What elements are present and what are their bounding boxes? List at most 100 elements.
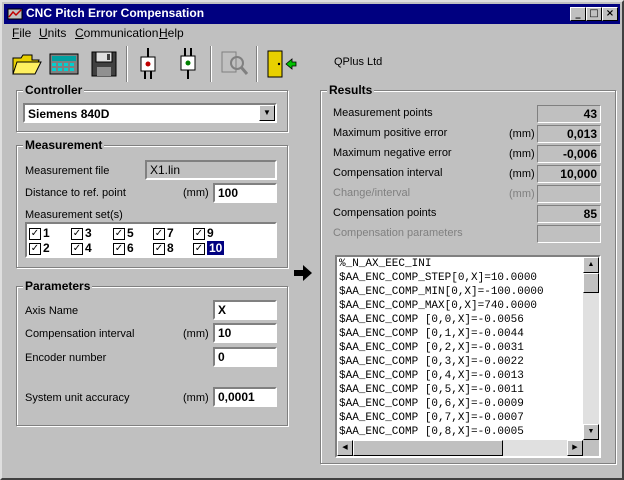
menu-bar: File Units Communication Help <box>4 24 620 42</box>
controller-select[interactable]: Siemens 840D ▼ <box>23 103 277 123</box>
menu-help[interactable]: Help <box>159 26 184 40</box>
result-label: Measurement points <box>333 107 433 119</box>
code-line: $AA_ENC_COMP [0,7,X]=-0.0007 <box>339 412 524 424</box>
result-label: Maximum positive error <box>333 127 448 139</box>
scroll-right-icon[interactable]: ▶ <box>567 440 583 456</box>
menu-communication[interactable]: Communication <box>75 26 158 40</box>
controller-group: Controller Siemens 840D ▼ <box>16 83 288 132</box>
measurement-set-checkbox[interactable]: ✓ 4 <box>71 241 92 255</box>
close-button[interactable]: × <box>602 7 618 21</box>
compensation-interval-label: Compensation interval <box>25 328 135 340</box>
chevron-down-icon[interactable]: ▼ <box>259 105 275 121</box>
compensation-output-text[interactable]: %_N_AX_EEC_INI $AA_ENC_COMP_STEP[0,X]=10.… <box>335 255 601 458</box>
measurement-group: Measurement Measurement file X1.lin Dist… <box>16 138 288 268</box>
system-accuracy-label: System unit accuracy <box>25 392 130 404</box>
encoder-number-input[interactable]: 0 <box>213 347 277 367</box>
measurement-set-checkbox[interactable]: ✓ 7 <box>153 226 174 240</box>
open-folder-icon[interactable] <box>8 46 44 82</box>
system-accuracy-input[interactable]: 0,0001 <box>213 387 277 407</box>
measurement-sets-label: Measurement set(s) <box>25 209 123 221</box>
code-line: $AA_ENC_COMP [0,1,X]=-0.0044 <box>339 328 524 340</box>
measurement-set-checkbox[interactable]: ✓ 8 <box>153 241 174 255</box>
controller-selected-value: Siemens 840D <box>28 107 110 121</box>
measurement-file-field: X1.lin <box>145 160 277 180</box>
axis-name-input[interactable]: X <box>213 300 277 320</box>
controller-group-title: Controller <box>23 83 85 97</box>
app-window: CNC Pitch Error Compensation _ □ × File … <box>0 0 624 480</box>
distance-label: Distance to ref. point <box>25 187 126 199</box>
result-value: 10,000 <box>537 165 601 183</box>
measurement-set-checkbox-selected[interactable]: ✓ 10 <box>193 241 225 255</box>
result-value: 85 <box>537 205 601 223</box>
result-unit: (mm) <box>509 148 535 160</box>
result-label: Compensation points <box>333 207 437 219</box>
result-value: 0,013 <box>537 125 601 143</box>
measurement-file-label: Measurement file <box>25 165 110 177</box>
result-label: Compensation parameters <box>333 227 463 239</box>
code-line: $AA_ENC_COMP [0,4,X]=-0.0013 <box>339 370 524 382</box>
measurement-set-checkbox[interactable]: ✓ 9 <box>193 226 214 240</box>
menu-file[interactable]: File <box>12 26 31 40</box>
save-disk-icon[interactable] <box>86 46 122 82</box>
measurement-sets-list: ✓ 1 ✓ 2 ✓ 3 ✓ 4 ✓ 5 ✓ 6 ✓ 7 ✓ 8 ✓ 9 ✓ 10 <box>25 222 277 258</box>
result-label: Maximum negative error <box>333 147 452 159</box>
plug-send-icon[interactable] <box>130 46 166 82</box>
measurement-set-checkbox[interactable]: ✓ 6 <box>113 241 134 255</box>
menu-units[interactable]: Units <box>39 26 66 40</box>
calculator-icon[interactable] <box>46 46 82 82</box>
result-value: -0,006 <box>537 145 601 163</box>
encoder-number-label: Encoder number <box>25 352 107 364</box>
code-line: $AA_ENC_COMP [0,8,X]=-0.0005 <box>339 426 524 438</box>
measurement-set-checkbox[interactable]: ✓ 3 <box>71 226 92 240</box>
title-bar[interactable]: CNC Pitch Error Compensation _ □ × <box>4 4 620 24</box>
scroll-thumb[interactable] <box>583 273 599 293</box>
code-lines: %_N_AX_EEC_INI $AA_ENC_COMP_STEP[0,X]=10.… <box>337 257 599 439</box>
company-name: QPlus Ltd <box>334 56 383 68</box>
code-line: $AA_ENC_COMP [0,0,X]=-0.0056 <box>339 314 524 326</box>
arrow-right-icon <box>294 265 312 281</box>
code-line: $AA_ENC_COMP_MIN[0,X]=-100.0000 <box>339 286 544 298</box>
code-line: %_N_AX_EEC_INI <box>339 258 432 270</box>
toolbar: QPlus Ltd <box>4 42 620 88</box>
scroll-up-icon[interactable]: ▲ <box>583 257 599 273</box>
measurement-set-checkbox[interactable]: ✓ 5 <box>113 226 134 240</box>
distance-input[interactable]: 100 <box>213 183 277 203</box>
scroll-thumb-horizontal[interactable] <box>353 440 503 456</box>
result-unit: (mm) <box>509 188 535 200</box>
scroll-left-icon[interactable]: ◀ <box>337 440 353 456</box>
toolbar-separator <box>210 46 212 82</box>
app-icon <box>7 8 23 20</box>
result-unit: (mm) <box>509 168 535 180</box>
toolbar-separator <box>126 46 128 82</box>
code-line: $AA_ENC_COMP_MAX[0,X]=740.0000 <box>339 300 538 312</box>
result-value <box>537 225 601 243</box>
result-value: 43 <box>537 105 601 123</box>
result-value <box>537 185 601 203</box>
result-label: Change/interval <box>333 187 411 199</box>
measurement-set-checkbox[interactable]: ✓ 2 <box>29 241 50 255</box>
compensation-interval-input[interactable]: 10 <box>213 323 277 343</box>
result-unit: (mm) <box>509 128 535 140</box>
scroll-down-icon[interactable]: ▼ <box>583 424 599 440</box>
code-line: $AA_ENC_COMP [0,2,X]=-0.0031 <box>339 342 524 354</box>
code-line: $AA_ENC_COMP [0,3,X]=-0.0022 <box>339 356 524 368</box>
exit-door-icon[interactable] <box>262 46 298 82</box>
results-group-title: Results <box>327 83 375 97</box>
parameters-group-title: Parameters <box>23 279 93 293</box>
code-line: $AA_ENC_COMP [0,5,X]=-0.0011 <box>339 384 524 396</box>
parameters-group: Parameters Axis Name X Compensation inte… <box>16 279 288 426</box>
code-line: $AA_ENC_COMP_STEP[0,X]=10.0000 <box>339 272 538 284</box>
scroll-corner <box>583 440 599 456</box>
toolbar-separator <box>256 46 258 82</box>
maximize-button[interactable]: □ <box>586 7 602 21</box>
inspect-icon <box>221 51 249 75</box>
measurement-set-checkbox[interactable]: ✓ 1 <box>29 226 50 240</box>
vertical-scrollbar[interactable]: ▲ ▼ <box>583 257 599 440</box>
system-accuracy-unit: (mm) <box>183 392 209 404</box>
minimize-button[interactable]: _ <box>570 7 586 21</box>
horizontal-scrollbar[interactable]: ◀ ▶ <box>337 440 583 456</box>
compensation-interval-unit: (mm) <box>183 328 209 340</box>
plug-receive-icon[interactable] <box>170 46 206 82</box>
measurement-group-title: Measurement <box>23 138 105 152</box>
axis-name-label: Axis Name <box>25 305 79 317</box>
